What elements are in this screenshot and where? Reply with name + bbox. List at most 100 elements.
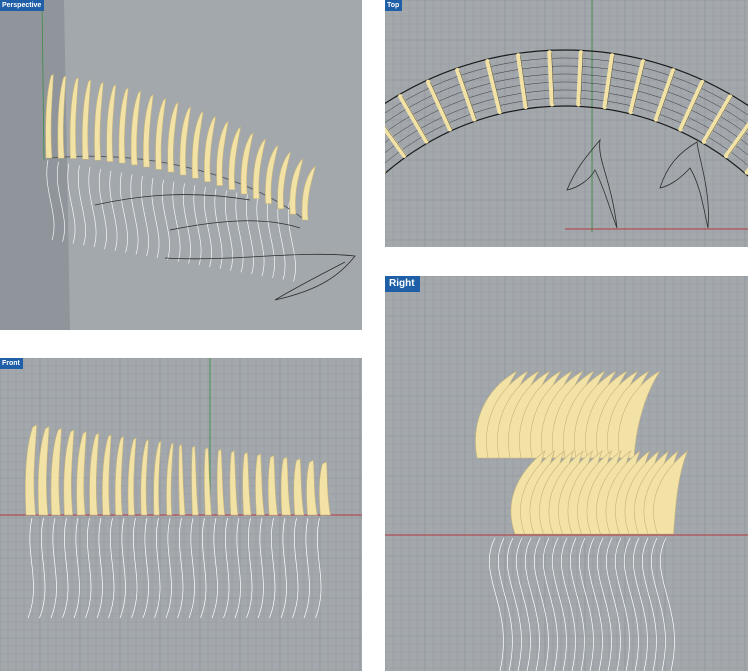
projected-curve xyxy=(235,192,244,273)
fin-slice xyxy=(216,120,229,186)
fin-slice xyxy=(293,458,305,516)
projected-curve xyxy=(533,537,549,671)
projected-curve xyxy=(130,174,139,255)
fin-slice xyxy=(143,93,154,168)
projected-curve xyxy=(62,517,69,619)
projected-curve xyxy=(154,517,161,619)
fin-slice xyxy=(216,448,225,516)
projected-curve xyxy=(632,537,648,671)
fin-slice xyxy=(204,115,217,183)
projected-curve xyxy=(108,517,115,619)
fin-slice xyxy=(252,138,267,199)
guide-curve xyxy=(164,253,356,301)
fin-slice xyxy=(140,438,149,516)
fin-slice xyxy=(166,441,174,516)
fin-slice xyxy=(89,432,100,516)
fin-slice xyxy=(265,144,279,204)
projected-curve xyxy=(659,537,675,671)
fin-slice xyxy=(289,157,304,215)
right-viewport[interactable]: Right xyxy=(385,276,748,671)
projected-curve xyxy=(88,167,97,248)
fin-slat xyxy=(576,50,584,107)
projected-curve xyxy=(280,517,287,619)
reference-plane xyxy=(0,0,70,330)
fin-slice xyxy=(69,76,79,159)
projected-curve xyxy=(488,537,504,671)
top-viewport-label[interactable]: Top xyxy=(385,0,403,11)
fin-slice xyxy=(94,81,104,161)
fin-slat xyxy=(547,50,555,107)
top-scene xyxy=(385,0,748,247)
fin-slat xyxy=(602,53,615,110)
projected-curve xyxy=(587,537,603,671)
projected-curve xyxy=(172,181,181,262)
fin-slice xyxy=(127,437,137,516)
slat-edge xyxy=(632,61,646,112)
fin-slice xyxy=(191,110,204,179)
projected-curve xyxy=(211,517,218,619)
projected-curve xyxy=(27,517,34,619)
projected-curve xyxy=(515,537,531,671)
projected-curve xyxy=(292,517,299,619)
projected-curve xyxy=(225,190,233,271)
projected-curve xyxy=(183,183,191,264)
projected-curve xyxy=(650,537,666,671)
projected-curve xyxy=(246,194,254,275)
right-viewport-label[interactable]: Right xyxy=(385,276,420,292)
projected-curve xyxy=(524,537,540,671)
fin-slice xyxy=(179,105,192,176)
projected-curve xyxy=(614,537,630,671)
fin-slice xyxy=(255,453,265,516)
projected-curve xyxy=(96,517,103,619)
fin-slice xyxy=(114,435,124,516)
projected-curve xyxy=(162,179,170,260)
guide-curve xyxy=(169,220,301,231)
fin-slat xyxy=(701,94,733,144)
fin-slice xyxy=(306,459,318,516)
fin-slice xyxy=(191,445,199,516)
arc-outline xyxy=(385,57,748,116)
projected-curve xyxy=(267,197,275,278)
slat-edge xyxy=(402,96,429,142)
projected-curve xyxy=(605,537,621,671)
projected-curve xyxy=(277,199,286,280)
projected-curve xyxy=(569,537,585,671)
fin-slice xyxy=(228,126,242,190)
front-scene xyxy=(0,358,362,671)
top-viewport[interactable]: Top xyxy=(385,0,748,247)
fin-slice xyxy=(155,97,167,170)
projected-curve xyxy=(234,517,241,619)
front-viewport[interactable]: Front xyxy=(0,358,362,671)
front-viewport-label[interactable]: Front xyxy=(0,358,23,369)
projected-curve xyxy=(39,517,46,619)
fin-slice xyxy=(277,151,292,210)
projected-curve xyxy=(551,537,567,671)
fin-slice xyxy=(106,83,117,162)
projected-curve xyxy=(120,172,128,253)
projected-curve xyxy=(109,170,118,251)
viewport-grid xyxy=(385,0,748,247)
projected-curve xyxy=(214,188,223,269)
fin-slat xyxy=(398,94,429,144)
projected-curve xyxy=(78,165,86,246)
projected-curve xyxy=(73,517,80,619)
projected-curve xyxy=(623,537,639,671)
fin-slice xyxy=(102,434,112,516)
projected-curve xyxy=(596,537,612,671)
projected-curve xyxy=(141,176,149,257)
fin-slice xyxy=(240,132,254,195)
arc-outline xyxy=(385,97,748,166)
projected-curve xyxy=(99,168,107,250)
fin-slat xyxy=(516,53,528,110)
projected-curve xyxy=(67,163,76,244)
projected-curve xyxy=(256,195,265,277)
fin-slice xyxy=(167,101,179,173)
projected-curve xyxy=(506,537,522,671)
perspective-viewport-label[interactable]: Perspective xyxy=(0,0,45,11)
perspective-viewport[interactable]: Perspective xyxy=(0,0,362,330)
projected-curve xyxy=(177,517,184,619)
leaf-curve xyxy=(659,141,709,229)
slat-edge xyxy=(705,96,733,142)
projected-curve xyxy=(119,517,126,619)
projected-curve xyxy=(223,517,230,619)
